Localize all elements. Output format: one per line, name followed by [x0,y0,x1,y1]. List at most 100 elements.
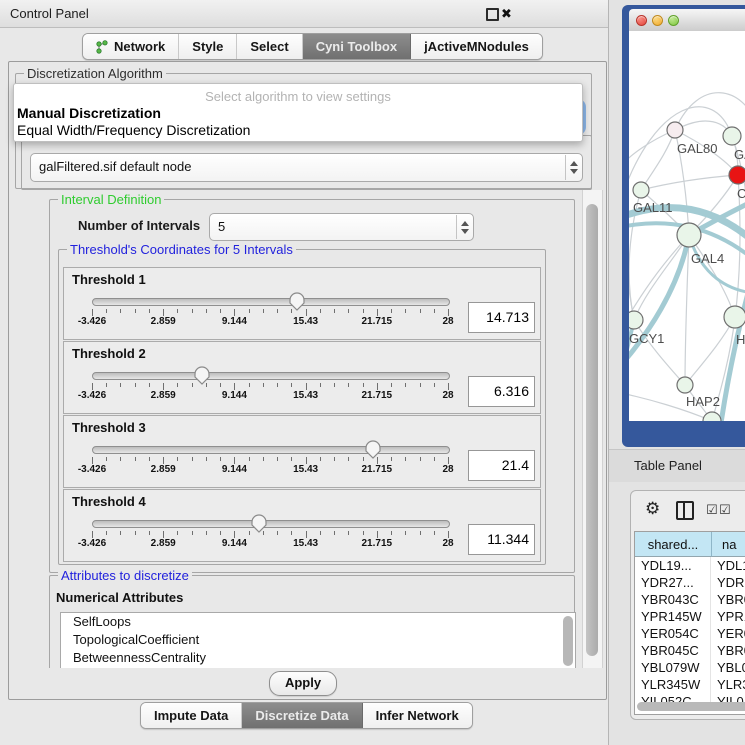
slider-tick-label: 2.859 [151,464,176,475]
slider-tick [120,457,121,461]
cell-shared-name[interactable]: YPR145W [635,608,711,625]
slider-thumb[interactable] [364,439,382,462]
slider-thumb[interactable] [250,513,268,536]
table-hscrollbar-thumb[interactable] [637,702,745,711]
settings-scrollbar-thumb[interactable] [586,204,598,656]
columns-icon[interactable] [676,501,694,520]
network-edge[interactable] [629,130,675,166]
network-edge[interactable] [675,93,745,130]
network-thick-edge[interactable] [721,275,745,421]
slider-track[interactable] [92,446,450,454]
close-window-icon[interactable] [636,15,647,26]
dropdown-placeholder-option[interactable]: Select algorithm to view settings [14,84,582,105]
network-view-window[interactable]: GAL80GACGAL11GAL4GCY1HHAP2 [622,5,745,447]
apply-button[interactable]: Apply [269,671,337,696]
column-header-shared-name[interactable]: shared... [635,532,712,557]
number-of-intervals-combobox[interactable]: 5 [209,213,474,241]
table-row[interactable]: YPR145WYPR1 [635,608,745,625]
table-row[interactable]: YBL079WYBL0 [635,659,745,676]
slider-tick [206,531,207,535]
dropdown-option-equal-width-frequency[interactable]: Equal Width/Frequency Discretization [14,122,582,139]
cell-shared-name[interactable]: YDL19... [635,557,711,574]
cell-name[interactable]: YBR0 [711,591,745,608]
tab-impute-data[interactable]: Impute Data [141,703,242,728]
tab-network[interactable]: Network [83,34,179,59]
table-row[interactable]: YDL19...YDL1 [635,557,745,574]
unselect-all-checkbox-icon[interactable]: ☑ [719,502,731,517]
network-node[interactable] [667,122,683,138]
slider-tick [249,457,250,461]
cell-shared-name[interactable]: YLR345W [635,676,711,693]
tab-cyni-toolbox[interactable]: Cyni Toolbox [303,34,411,59]
network-node[interactable] [629,311,643,329]
threshold-2-value-field[interactable]: 6.316 [468,376,535,407]
network-node[interactable] [723,127,741,145]
slider-tick [306,457,307,464]
threshold-1-value-field[interactable]: 14.713 [468,302,535,333]
slider-tick [192,457,193,461]
network-node[interactable] [677,223,701,247]
cell-shared-name[interactable]: YER054C [635,625,711,642]
list-item-betweennesscentrality[interactable]: BetweennessCentrality [61,649,575,667]
slider-tick [334,531,335,535]
column-header-name[interactable]: na [712,532,745,557]
threshold-3-value-field[interactable]: 21.4 [468,450,535,481]
list-item-selfloops[interactable]: SelfLoops [61,613,575,631]
table-row[interactable]: YLR345WYLR3 [635,676,745,693]
slider-track[interactable] [92,520,450,528]
network-edge[interactable] [634,320,685,385]
threshold-4-value-field[interactable]: 11.344 [468,524,535,555]
cell-name[interactable]: YDL1 [711,557,745,574]
slider-track[interactable] [92,298,450,306]
cell-name[interactable]: YPR1 [711,608,745,625]
tab-jactivemnodules[interactable]: jActiveMNodules [411,34,542,59]
cell-shared-name[interactable]: YDR27... [635,574,711,591]
threshold-4-panel: Threshold 4 -3.4262.8599.14415.4321.7152… [63,489,541,562]
network-node[interactable] [729,166,745,184]
tab-infer-network[interactable]: Infer Network [363,703,472,728]
network-node[interactable] [633,182,649,198]
cell-name[interactable]: YBL0 [711,659,745,676]
tab-discretize-data[interactable]: Discretize Data [242,703,362,728]
minimize-window-icon[interactable] [652,15,663,26]
tab-select[interactable]: Select [237,34,302,59]
network-canvas[interactable]: GAL80GACGAL11GAL4GCY1HHAP2 [629,31,745,421]
settings-scrollbar[interactable] [582,190,603,668]
network-node[interactable] [724,306,745,328]
dropdown-option-manual-discretization[interactable]: Manual Discretization [14,105,582,122]
slider-tick-label: 9.144 [222,538,247,549]
cell-name[interactable]: YER0 [711,625,745,642]
cell-name[interactable]: YLR3 [711,676,745,693]
slider-tick [405,383,406,387]
float-window-icon[interactable] [486,8,499,21]
cell-shared-name[interactable]: YBR045C [635,642,711,659]
network-window-titlebar[interactable] [629,9,745,32]
table-hscrollbar[interactable] [637,701,745,712]
zoom-window-icon[interactable] [668,15,679,26]
slider-tick [163,309,164,316]
slider-tick [434,309,435,313]
slider-track[interactable] [92,372,450,380]
list-scrollbar-thumb[interactable] [563,616,573,666]
cell-shared-name[interactable]: YBR043C [635,591,711,608]
table-row[interactable]: YER054CYER0 [635,625,745,642]
cell-name[interactable]: YBR0 [711,642,745,659]
network-node[interactable] [677,377,693,393]
slider-thumb[interactable] [288,291,306,314]
tab-style[interactable]: Style [179,34,237,59]
close-icon[interactable]: ✖ [501,5,512,22]
slider-tick [277,383,278,387]
slider-thumb[interactable] [193,365,211,388]
list-item-topologicalcoefficient[interactable]: TopologicalCoefficient [61,631,575,649]
network-edge[interactable] [641,175,738,190]
table-data-combobox[interactable]: galFiltered.sif default node [30,153,583,182]
cell-name[interactable]: YDR2 [711,574,745,591]
table-row[interactable]: YDR27...YDR2 [635,574,745,591]
network-edge[interactable] [641,130,675,190]
cell-shared-name[interactable]: YBL079W [635,659,711,676]
table-panel: ⚙ ☑ ☑ shared... na YDL19...YDL1YDR27...Y… [630,490,745,720]
select-all-checkbox-icon[interactable]: ☑ [706,502,718,517]
table-row[interactable]: YBR043CYBR0 [635,591,745,608]
gear-icon[interactable]: ⚙ [645,498,660,520]
table-row[interactable]: YBR045CYBR0 [635,642,745,659]
